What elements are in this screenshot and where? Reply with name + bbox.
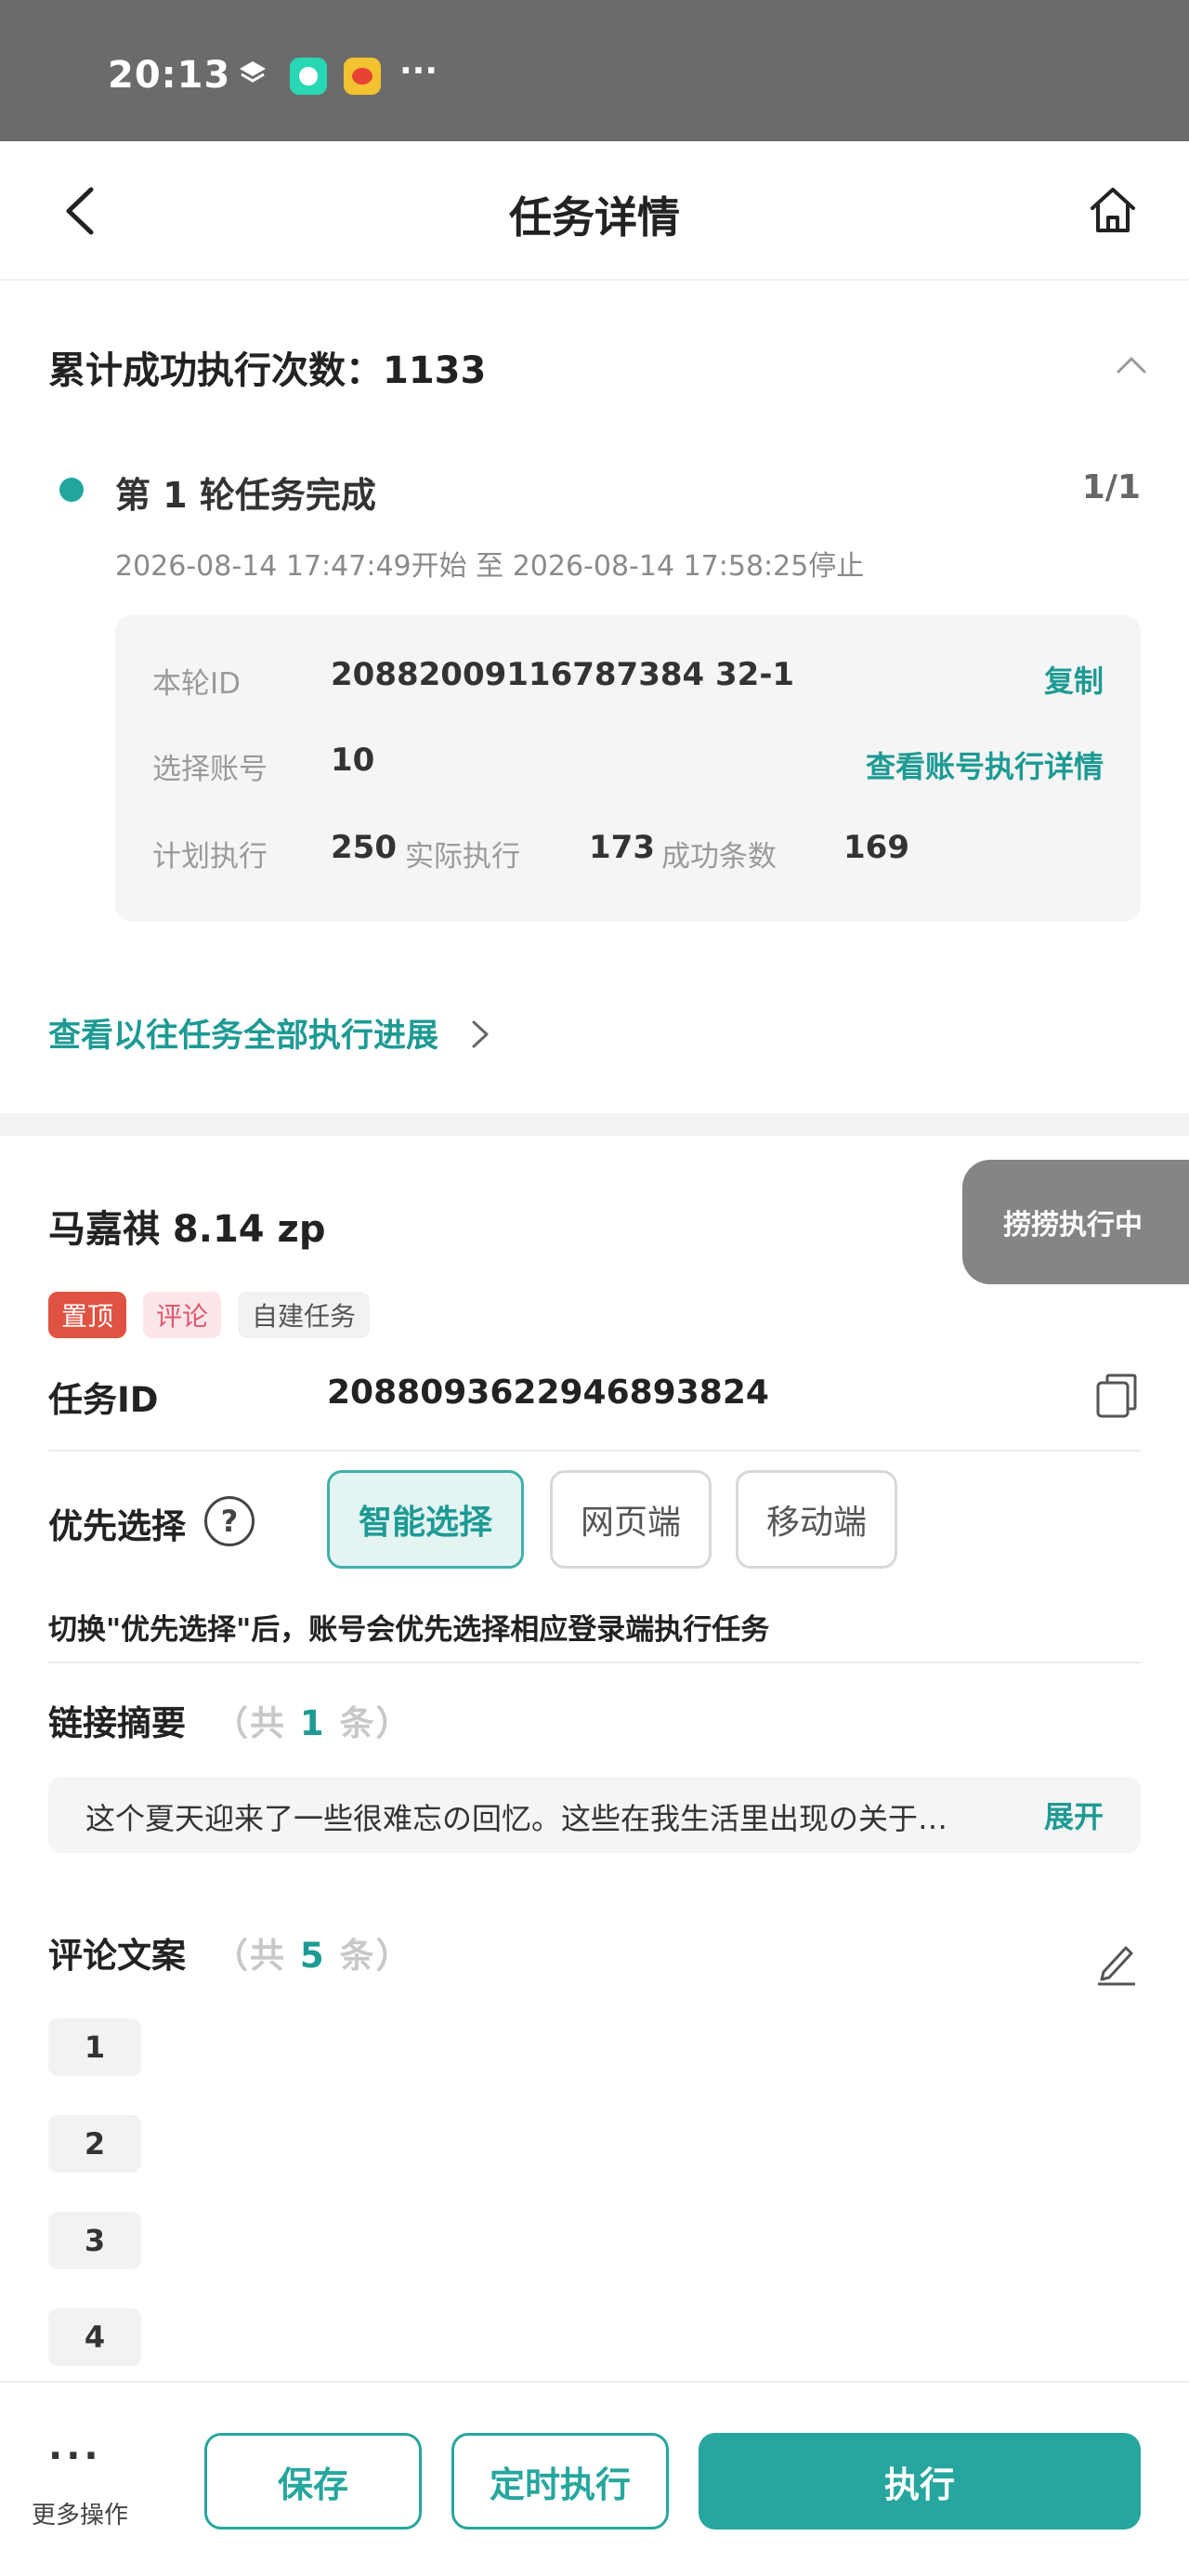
copy-round-id-button[interactable]: 复制 xyxy=(1044,658,1104,701)
tag-comment: 评论 xyxy=(143,1292,221,1338)
link-count: （共 1 条） xyxy=(214,1703,412,1743)
more-actions-icon[interactable]: ··· xyxy=(48,2435,102,2477)
actual-label: 实际执行 xyxy=(405,840,520,874)
chevron-right-icon[interactable] xyxy=(470,1019,490,1050)
execute-button[interactable]: 执行 xyxy=(699,2433,1141,2530)
weibo-notification-icon xyxy=(344,58,381,95)
comment-item[interactable]: 4 xyxy=(48,2308,141,2366)
success-label: 成功条数 xyxy=(661,840,777,874)
round-title: 第 1 轮任务完成 xyxy=(115,475,376,516)
schedule-button[interactable]: 定时执行 xyxy=(451,2433,669,2530)
link-summary-text: 这个夏天迎来了一些很难忘の回忆。这些在我生活里出现の关于… xyxy=(85,1801,948,1836)
view-account-details-link[interactable]: 查看账号执行详情 xyxy=(866,743,1104,786)
edit-icon[interactable] xyxy=(1094,1939,1139,1987)
account-label: 选择账号 xyxy=(152,753,268,786)
tag-pinned: 置顶 xyxy=(48,1292,126,1338)
round-time-range: 2026-08-14 17:47:49开始 至 2026-08-14 17:58… xyxy=(115,550,865,583)
account-value: 10 xyxy=(331,742,375,779)
comment-copy-label: 评论文案 xyxy=(48,1936,186,1976)
priority-option-smart[interactable]: 智能选择 xyxy=(327,1470,524,1569)
task-title: 马嘉祺 8.14 zp xyxy=(48,1208,326,1251)
save-button[interactable]: 保存 xyxy=(204,2433,422,2530)
priority-label: 优先选择 xyxy=(48,1506,186,1546)
comment-item[interactable]: 2 xyxy=(48,2115,141,2173)
plan-value: 250 xyxy=(331,829,397,866)
priority-hint: 切换"优先选择"后，账号会优先选择相应登录端执行任务 xyxy=(48,1613,770,1647)
more-notifications-icon: ··· xyxy=(399,52,438,90)
priority-option-mobile[interactable]: 移动端 xyxy=(736,1470,897,1569)
history-progress-link[interactable]: 查看以往任务全部执行进展 xyxy=(48,1009,438,1057)
tag-self-created: 自建任务 xyxy=(238,1292,370,1338)
executing-status-badge[interactable]: 捞捞执行中 xyxy=(962,1160,1189,1284)
status-time: 20:13 xyxy=(108,54,231,97)
help-icon[interactable]: ? xyxy=(204,1496,255,1546)
divider xyxy=(48,1450,1141,1452)
copy-icon[interactable] xyxy=(1094,1372,1139,1420)
task-id-value: 2088093622946893824 xyxy=(327,1373,769,1412)
app-notification-icon xyxy=(290,58,327,95)
round-count: 1/1 xyxy=(1081,468,1141,506)
round-status-dot xyxy=(59,478,84,502)
success-value: 169 xyxy=(843,829,909,866)
status-bar: 20:13 ··· xyxy=(0,0,1189,141)
nav-bar: 任务详情 xyxy=(0,141,1189,281)
section-divider xyxy=(0,1113,1189,1136)
round-id-value: 20882009116787384 32-1 xyxy=(331,656,795,693)
priority-option-web[interactable]: 网页端 xyxy=(550,1470,712,1569)
round-id-label: 本轮ID xyxy=(152,667,242,701)
comment-count: （共 5 条） xyxy=(214,1936,412,1976)
divider xyxy=(48,1662,1141,1663)
home-icon[interactable] xyxy=(1085,182,1141,238)
more-actions-label[interactable]: 更多操作 xyxy=(32,2496,128,2530)
link-summary-label: 链接摘要 xyxy=(48,1703,186,1743)
chevron-up-icon[interactable] xyxy=(1115,353,1148,375)
link-summary-box: 这个夏天迎来了一些很难忘の回忆。这些在我生活里出现の关于… 展开 xyxy=(48,1777,1141,1853)
success-count-title: 累计成功执行次数：1133 xyxy=(48,349,487,392)
task-id-label: 任务ID xyxy=(48,1380,159,1420)
plan-label: 计划执行 xyxy=(152,840,268,874)
page-title: 任务详情 xyxy=(509,192,680,243)
comment-item[interactable]: 3 xyxy=(48,2212,141,2269)
expand-button[interactable]: 展开 xyxy=(1044,1794,1104,1836)
bottom-action-bar: ··· 更多操作 保存 定时执行 执行 xyxy=(0,2381,1189,2576)
layers-icon xyxy=(240,61,266,83)
actual-value: 173 xyxy=(589,829,655,866)
round-detail-card: 本轮ID 20882009116787384 32-1 复制 选择账号 10 查… xyxy=(115,615,1141,922)
comment-item[interactable]: 1 xyxy=(48,2018,141,2076)
